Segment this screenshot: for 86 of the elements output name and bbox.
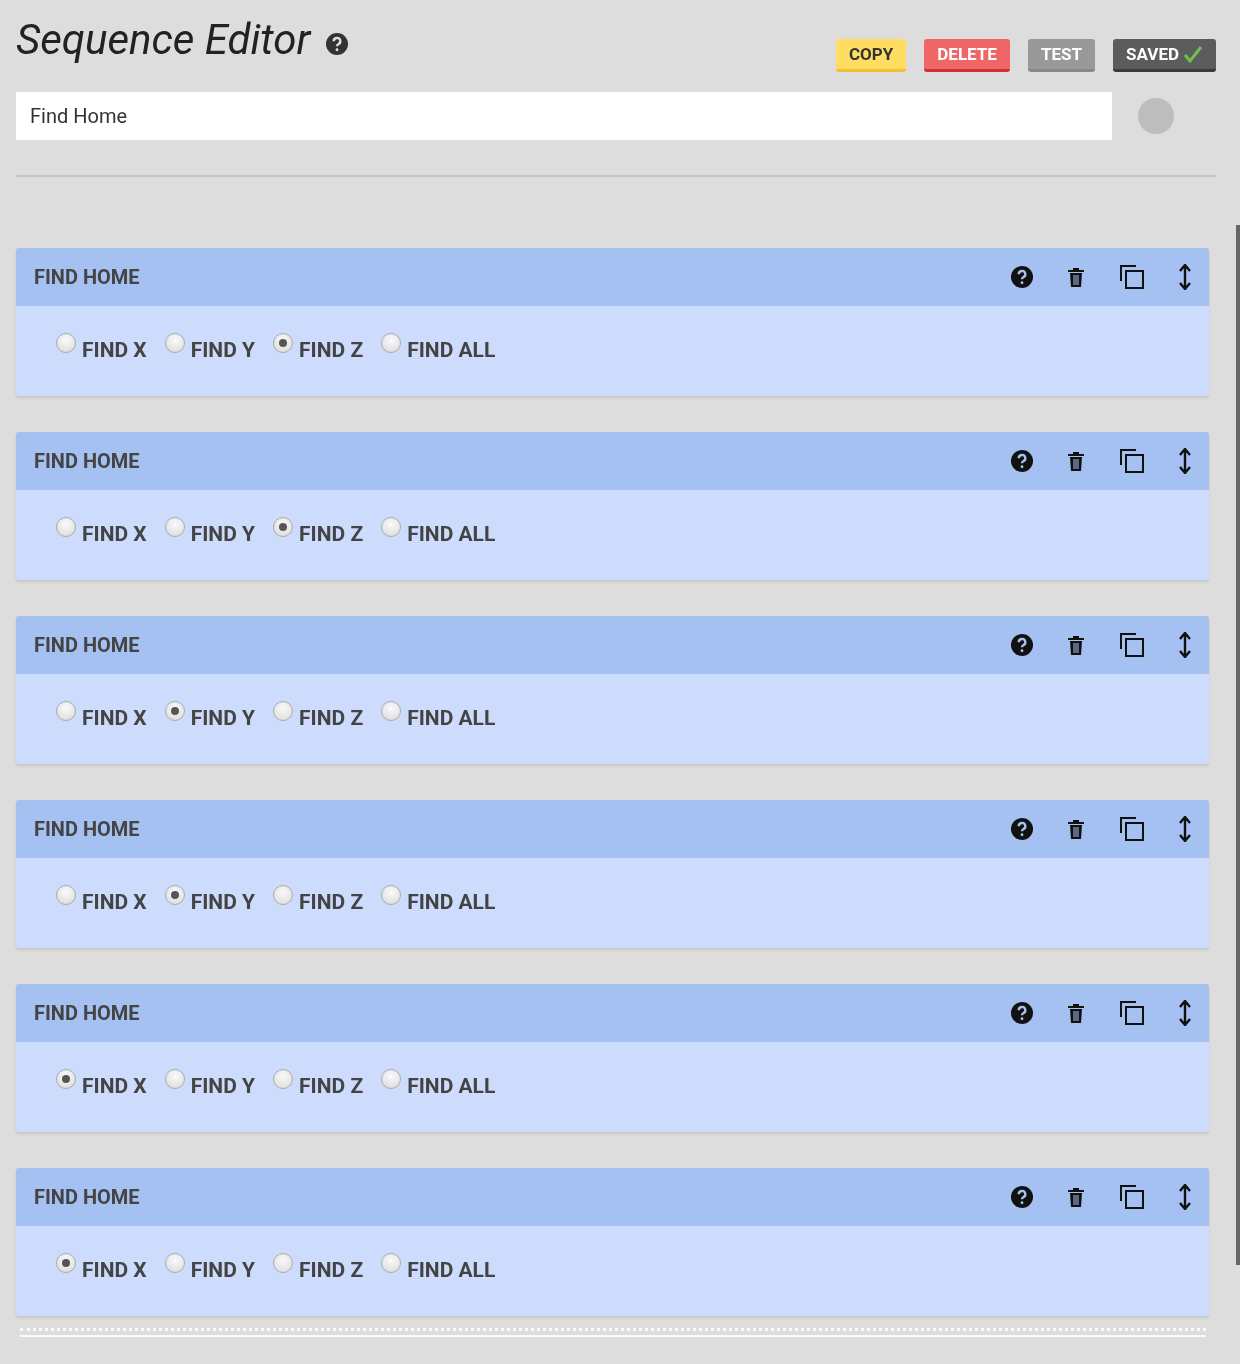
drag-handle-icon[interactable] xyxy=(1179,1000,1191,1026)
radio-button[interactable] xyxy=(56,1253,76,1273)
radio-button[interactable] xyxy=(273,1069,294,1089)
help-icon[interactable] xyxy=(1011,818,1033,840)
radio-button[interactable] xyxy=(381,885,402,905)
option-label: FIND Y xyxy=(190,338,256,362)
step-title: FIND HOME xyxy=(34,265,140,289)
radio-button[interactable] xyxy=(381,1069,402,1089)
copy-button[interactable]: COPY xyxy=(835,39,907,72)
scroll-bar[interactable] xyxy=(1236,225,1240,1265)
help-icon[interactable] xyxy=(326,33,349,55)
option-label: FIND Z xyxy=(299,706,364,730)
radio-button[interactable] xyxy=(273,885,294,905)
option-label: FIND Y xyxy=(190,1258,256,1282)
radio-button[interactable] xyxy=(164,1069,185,1089)
option-label: FIND ALL xyxy=(407,1074,496,1098)
trash-icon[interactable] xyxy=(1067,635,1085,655)
duplicate-icon[interactable] xyxy=(1119,448,1145,474)
option-label: FIND Y xyxy=(190,522,256,546)
option-label: FIND ALL xyxy=(407,706,496,730)
option-label: FIND Y xyxy=(190,1074,256,1098)
radio-button[interactable] xyxy=(56,333,76,353)
drag-handle-icon[interactable] xyxy=(1179,632,1191,658)
step-title: FIND HOME xyxy=(34,1001,140,1025)
saved-button[interactable]: SAVED xyxy=(1113,39,1216,72)
option-label: FIND X xyxy=(82,522,147,546)
radio-button[interactable] xyxy=(56,701,76,721)
trash-icon[interactable] xyxy=(1067,1003,1085,1023)
radio-button[interactable] xyxy=(56,517,76,537)
trash-icon[interactable] xyxy=(1067,819,1085,839)
radio-button[interactable] xyxy=(164,885,185,905)
option-label: FIND X xyxy=(82,890,147,914)
page-title: Sequence Editor xyxy=(16,14,311,66)
option-label: FIND X xyxy=(82,1258,147,1282)
option-label: FIND ALL xyxy=(407,890,496,914)
option-label: FIND ALL xyxy=(407,1258,496,1282)
radio-button[interactable] xyxy=(273,701,294,721)
option-label: FIND Z xyxy=(299,338,364,362)
trash-icon[interactable] xyxy=(1067,267,1085,287)
duplicate-icon[interactable] xyxy=(1119,1000,1145,1026)
help-icon[interactable] xyxy=(1011,634,1033,656)
drag-handle-icon[interactable] xyxy=(1179,448,1191,474)
drag-handle-icon[interactable] xyxy=(1179,264,1191,290)
step-title: FIND HOME xyxy=(34,633,140,657)
drag-handle-icon[interactable] xyxy=(1179,1184,1191,1210)
radio-button[interactable] xyxy=(273,1253,294,1273)
radio-button[interactable] xyxy=(381,1253,402,1273)
duplicate-icon[interactable] xyxy=(1119,1184,1145,1210)
help-icon[interactable] xyxy=(1011,1002,1033,1024)
help-icon[interactable] xyxy=(1011,450,1033,472)
duplicate-icon[interactable] xyxy=(1119,632,1145,658)
option-label: FIND Y xyxy=(190,706,256,730)
option-label: FIND Z xyxy=(299,522,364,546)
option-label: FIND X xyxy=(82,1074,147,1098)
option-label: FIND ALL xyxy=(407,338,496,362)
radio-button[interactable] xyxy=(273,333,294,353)
option-label: FIND Y xyxy=(190,890,256,914)
radio-button[interactable] xyxy=(273,517,294,537)
trash-icon[interactable] xyxy=(1067,451,1085,471)
help-icon[interactable] xyxy=(1011,1186,1033,1208)
option-label: FIND X xyxy=(82,338,147,362)
step-title: FIND HOME xyxy=(34,449,140,473)
option-label: FIND ALL xyxy=(407,522,496,546)
radio-button[interactable] xyxy=(164,1253,185,1273)
option-label: FIND Z xyxy=(299,1074,364,1098)
duplicate-icon[interactable] xyxy=(1119,264,1145,290)
radio-button[interactable] xyxy=(164,517,185,537)
help-icon[interactable] xyxy=(1011,266,1033,288)
radio-button[interactable] xyxy=(164,701,185,721)
step-title: FIND HOME xyxy=(34,817,140,841)
option-label: FIND Z xyxy=(299,890,364,914)
drag-handle-icon[interactable] xyxy=(1179,816,1191,842)
radio-button[interactable] xyxy=(164,333,185,353)
trash-icon[interactable] xyxy=(1067,1187,1085,1207)
radio-button[interactable] xyxy=(381,701,402,721)
radio-button[interactable] xyxy=(56,1069,76,1089)
status-dot xyxy=(1138,98,1174,134)
option-label: FIND Z xyxy=(299,1258,364,1282)
radio-button[interactable] xyxy=(381,333,402,353)
radio-button[interactable] xyxy=(56,885,76,905)
step-title: FIND HOME xyxy=(34,1185,140,1209)
radio-button[interactable] xyxy=(381,517,402,537)
option-label: FIND X xyxy=(82,706,147,730)
duplicate-icon[interactable] xyxy=(1119,816,1145,842)
check-icon xyxy=(1183,45,1203,63)
name-field[interactable]: Find Home xyxy=(16,92,1112,140)
